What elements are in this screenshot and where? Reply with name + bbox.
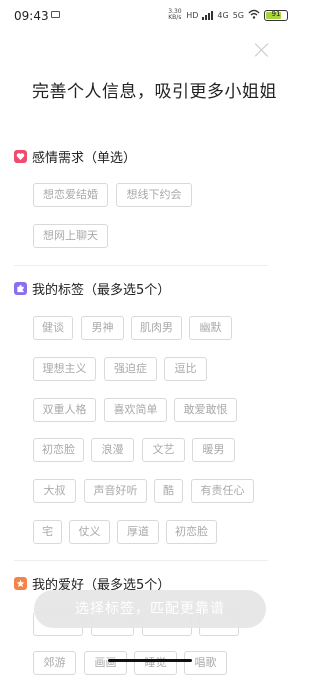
tag-option[interactable]: 唱歌	[184, 651, 227, 675]
tag-option[interactable]: 想线下约会	[116, 183, 192, 207]
tag-option[interactable]: 幽默	[189, 316, 232, 340]
tag-option[interactable]: 喜欢简单	[104, 398, 167, 422]
tag-option[interactable]: 健谈	[33, 316, 73, 340]
tag-option[interactable]: 酷	[154, 479, 183, 503]
section-title: 我的标签（最多选5个）	[32, 282, 171, 298]
tag-option[interactable]: 厚道	[117, 520, 159, 544]
tag-option[interactable]: 有责任心	[191, 479, 254, 503]
message-notification-icon	[51, 11, 60, 18]
tag-option[interactable]: 初恋脸	[33, 438, 84, 462]
puzzle-icon	[14, 281, 27, 295]
hd-label: HD	[186, 10, 199, 20]
tag-option[interactable]: 想网上聊天	[33, 224, 108, 248]
status-icons: 3.30 KB/s HD 4G 5G 91	[168, 8, 288, 22]
tag-option[interactable]: 画画	[84, 651, 127, 675]
match-cta-button[interactable]: 选择标签，匹配更靠谱	[34, 590, 266, 628]
tag-option[interactable]: 文艺	[142, 438, 185, 462]
tag-option[interactable]: 男神	[81, 316, 124, 340]
star-icon	[14, 576, 27, 590]
tag-option[interactable]: 初恋脸	[166, 520, 217, 544]
close-button[interactable]	[253, 41, 271, 59]
tag-option[interactable]: 浪漫	[91, 438, 134, 462]
tag-option[interactable]: 敢爱敢恨	[174, 398, 237, 422]
network-4g-label: 4G	[217, 10, 229, 20]
battery-level: 91	[271, 9, 281, 18]
wifi-icon	[248, 9, 260, 21]
status-bar: 09:43 3.30 KB/s HD 4G 5G 91	[0, 0, 300, 30]
divider	[14, 265, 268, 266]
status-time: 09:43	[14, 9, 49, 23]
tag-option[interactable]: 宅	[33, 520, 62, 544]
signal-icon	[202, 10, 214, 20]
net-speed: 3.30 KB/s	[168, 8, 182, 21]
tag-option[interactable]: 强迫症	[104, 357, 157, 381]
tag-option[interactable]: 双重人格	[33, 398, 96, 422]
page-title: 完善个人信息，吸引更多小姐姐	[32, 82, 277, 102]
tag-option[interactable]: 仗义	[69, 520, 110, 544]
heart-icon	[14, 149, 27, 163]
section-my-tags: 我的标签（最多选5个）	[14, 278, 274, 298]
home-indicator	[108, 659, 192, 662]
tag-option[interactable]: 理想主义	[33, 357, 96, 381]
tag-option[interactable]: 想恋爱结婚	[33, 183, 108, 207]
tag-option[interactable]: 声音好听	[84, 479, 147, 503]
network-5g-label: 5G	[232, 10, 244, 20]
section-relationship-need: 感情需求（单选）	[14, 146, 274, 166]
divider	[14, 560, 268, 561]
tag-option[interactable]: 郊游	[33, 651, 76, 675]
tag-option[interactable]: 暖男	[192, 438, 235, 462]
tag-option[interactable]: 逗比	[164, 357, 207, 381]
tag-option[interactable]: 大叔	[33, 479, 76, 503]
tag-option[interactable]: 睡觉	[134, 651, 177, 675]
battery-icon: 91	[264, 9, 288, 21]
section-title: 感情需求（单选）	[32, 150, 137, 166]
tag-option[interactable]: 肌肉男	[131, 316, 182, 340]
